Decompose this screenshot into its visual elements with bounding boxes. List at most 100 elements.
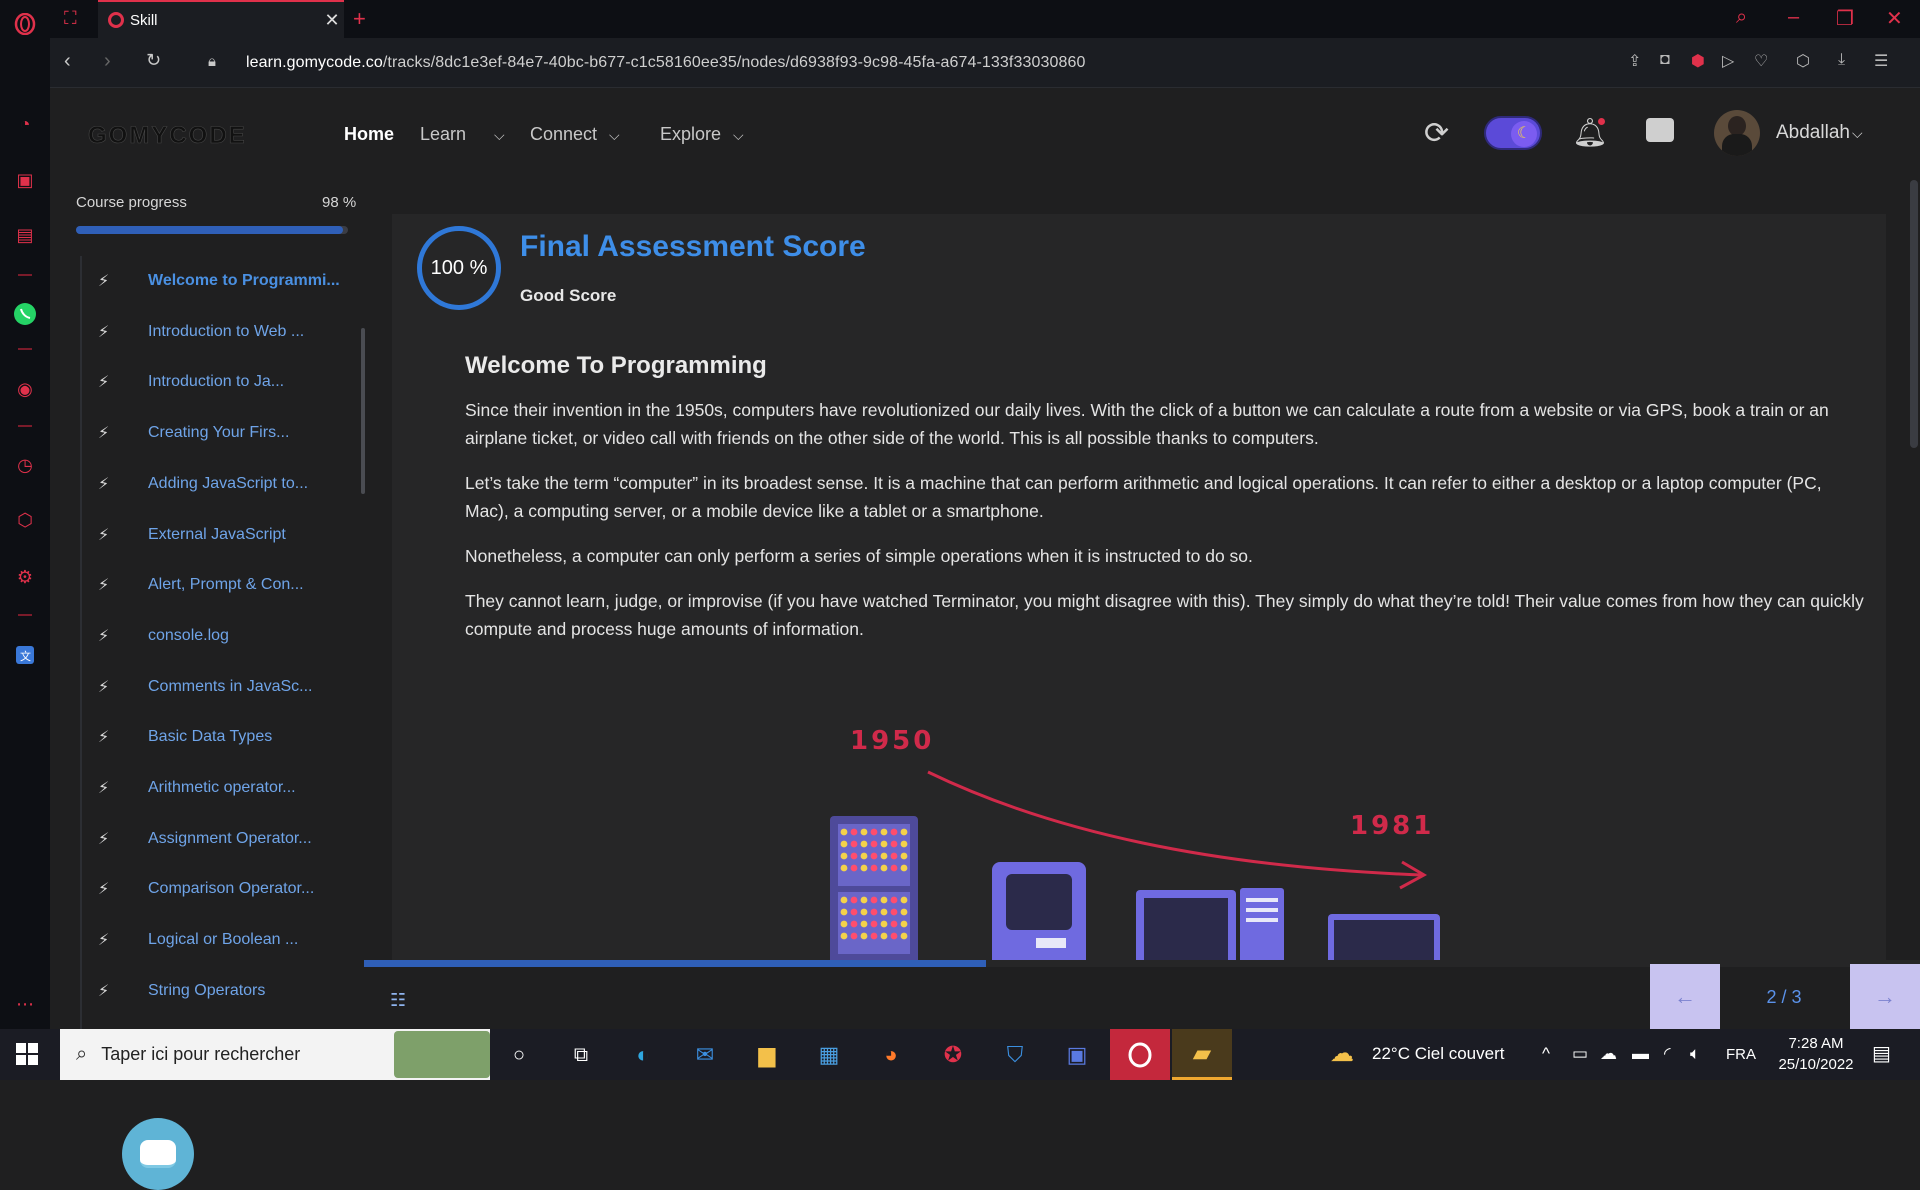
lesson-item-label: String Operators bbox=[148, 981, 266, 999]
nav-connect[interactable]: Connect ⌵ bbox=[530, 124, 620, 145]
camera-icon[interactable]: ◘ bbox=[1660, 51, 1670, 69]
nav-explore[interactable]: Explore ⌵ bbox=[660, 124, 744, 145]
mail-icon[interactable]: ✉ bbox=[688, 1038, 722, 1072]
lesson-paragraph: Let’s take the term “computer” in its br… bbox=[465, 473, 1822, 521]
lesson-item[interactable]: ⚡︎ Adding JavaScript to... bbox=[82, 459, 346, 509]
battery-icon[interactable]: ▬ bbox=[1632, 1044, 1649, 1064]
taskbar-search[interactable]: ⌕ Taper ici pour rechercher bbox=[60, 1029, 490, 1080]
avatar[interactable] bbox=[1714, 110, 1760, 156]
sidebar-separator bbox=[18, 614, 32, 616]
lesson-item[interactable]: ⚡︎ Introduction to Web ... bbox=[82, 307, 346, 357]
easy-setup-icon[interactable]: ☰ bbox=[1874, 51, 1888, 71]
user-menu[interactable]: Abdallah ⌵ bbox=[1776, 122, 1863, 144]
lesson-item[interactable]: ⚡︎ External JavaScript bbox=[82, 510, 346, 560]
edge-icon[interactable]: ◐ bbox=[626, 1038, 660, 1072]
user-name: Abdallah bbox=[1776, 122, 1850, 143]
share-icon[interactable]: ⇪ bbox=[1628, 51, 1641, 71]
previous-page-button[interactable]: ← bbox=[1650, 964, 1720, 1030]
firefox-icon[interactable]: ◕ bbox=[874, 1038, 908, 1072]
lesson-item[interactable]: ⚡︎ Logical or Boolean ... bbox=[82, 915, 346, 965]
file-explorer-icon[interactable]: ▆ bbox=[750, 1038, 784, 1072]
tray-overflow-icon[interactable]: ^ bbox=[1542, 1044, 1550, 1064]
more-icon[interactable]: ⋯ bbox=[13, 992, 37, 1016]
page-scrollbar[interactable] bbox=[1910, 180, 1918, 448]
url-field[interactable]: learn.gomycode.co/tracks/8dc1e3ef-84e7-4… bbox=[246, 54, 1085, 72]
settings-icon[interactable]: ⚙ bbox=[13, 565, 37, 589]
desktop-computer-illustration bbox=[1136, 888, 1284, 962]
translate-icon[interactable]: 文 bbox=[13, 643, 37, 667]
lesson-item[interactable]: ⚡︎ String Operators bbox=[82, 966, 346, 1016]
download-icon[interactable]: ⤓ bbox=[1838, 51, 1845, 69]
lesson-item[interactable]: ⚡︎ Arithmetic operator... bbox=[82, 763, 346, 813]
clock-time[interactable]: 7:28 AM bbox=[1776, 1035, 1856, 1052]
wifi-icon[interactable]: ◜ bbox=[1664, 1044, 1671, 1064]
store-icon[interactable]: ▦ bbox=[812, 1038, 846, 1072]
nav-home[interactable]: Home bbox=[344, 124, 394, 145]
next-page-button[interactable]: → bbox=[1850, 964, 1920, 1030]
whatsapp-icon[interactable] bbox=[13, 302, 37, 326]
lightning-icon: ⚡︎ bbox=[98, 526, 110, 544]
minimize-icon[interactable]: – bbox=[1788, 6, 1799, 29]
forward-icon[interactable]: › bbox=[104, 50, 111, 73]
cube-icon[interactable]: ⬡ bbox=[1796, 51, 1810, 71]
player-icon[interactable]: ◉ bbox=[13, 377, 37, 401]
opera-logo-icon[interactable] bbox=[13, 12, 37, 36]
lesson-item[interactable]: ⚡︎ Alert, Prompt & Con... bbox=[82, 560, 346, 610]
lesson-item[interactable]: ⚡︎ Comparison Operator... bbox=[82, 864, 346, 914]
lesson-item[interactable]: ⚡︎ Assignment Operator... bbox=[82, 814, 346, 864]
lesson-item[interactable]: ⚡︎ Welcome to Programmi... bbox=[82, 256, 346, 306]
restore-icon[interactable]: ❐ bbox=[1836, 6, 1854, 31]
score-title: Final Assessment Score bbox=[520, 230, 866, 263]
onedrive-icon[interactable]: ☁ bbox=[1600, 1044, 1617, 1064]
lesson-item[interactable]: ⚡︎ Comments in JavaSc... bbox=[82, 662, 346, 712]
support-chat-button[interactable] bbox=[122, 1118, 194, 1190]
lock-icon[interactable]: 🔒︎ bbox=[208, 53, 216, 70]
sync-icon[interactable]: ⟳ bbox=[1424, 116, 1449, 151]
explorer-taskbar-icon[interactable]: ▰ bbox=[1172, 1029, 1232, 1080]
close-window-icon[interactable]: ✕ bbox=[1886, 6, 1903, 31]
lightning-icon: ⚡︎ bbox=[98, 780, 110, 797]
task-view-icon[interactable]: ⧉ bbox=[564, 1038, 598, 1072]
extensions-icon[interactable]: ⬡ bbox=[13, 508, 37, 532]
history-icon[interactable]: ◷ bbox=[13, 453, 37, 477]
cortana-icon[interactable]: ○ bbox=[502, 1038, 536, 1072]
windows-start-icon[interactable] bbox=[16, 1043, 38, 1065]
chat-icon[interactable] bbox=[1646, 118, 1674, 142]
reload-icon[interactable]: ↻ bbox=[146, 50, 161, 71]
lesson-item[interactable]: ⚡︎ console.log bbox=[82, 611, 346, 661]
gx-control-icon[interactable]: ⛶ bbox=[64, 8, 77, 29]
notifications-icon[interactable]: ▤ bbox=[1872, 1041, 1891, 1066]
back-icon[interactable]: ‹ bbox=[64, 50, 71, 73]
lesson-content: 100 % Final Assessment Score Good Score … bbox=[392, 214, 1886, 962]
lesson-item[interactable]: ⚡︎ Introduction to Ja... bbox=[82, 357, 346, 407]
tab-skill[interactable]: Skill ✕ bbox=[98, 0, 344, 38]
gomycode-logo[interactable]: GOMYCODE bbox=[88, 122, 247, 150]
nav-learn[interactable]: Learn ⌵ bbox=[420, 124, 505, 145]
volume-icon[interactable]: 🔈︎ bbox=[1690, 1044, 1700, 1064]
speed-dial-icon[interactable]: ◔ bbox=[13, 112, 37, 136]
weather-text[interactable]: 22°C Ciel couvert bbox=[1372, 1044, 1504, 1064]
lightning-icon: ⚡︎ bbox=[98, 323, 110, 341]
heart-icon[interactable]: ♡ bbox=[1754, 51, 1768, 71]
dark-mode-toggle[interactable]: ☾ bbox=[1484, 116, 1542, 150]
table-of-contents-icon[interactable]: ☷ bbox=[390, 990, 406, 1011]
lesson-item[interactable]: ⚡︎ Basic Data Types bbox=[82, 712, 346, 762]
score-subtitle: Good Score bbox=[520, 286, 617, 305]
lesson-title: Welcome To Programming bbox=[465, 352, 767, 379]
search-tabs-icon[interactable]: ⌕ bbox=[1736, 6, 1747, 29]
close-tab-icon[interactable]: ✕ bbox=[320, 10, 344, 31]
app-icon[interactable]: ▣ bbox=[1060, 1038, 1094, 1072]
shopping-icon[interactable]: ▣ bbox=[13, 168, 37, 192]
game-app-icon[interactable]: ✪ bbox=[936, 1038, 970, 1072]
lesson-item[interactable]: ⚡︎ Creating Your Firs... bbox=[82, 408, 346, 458]
opera-taskbar-icon[interactable] bbox=[1110, 1029, 1170, 1080]
vpn-shield-icon[interactable]: ⬢ bbox=[1691, 51, 1705, 71]
send-icon[interactable]: ▷ bbox=[1722, 51, 1734, 71]
twitch-icon[interactable]: ▤ bbox=[13, 223, 37, 247]
language-indicator[interactable]: FRA bbox=[1726, 1046, 1756, 1063]
defender-icon[interactable]: ⛉ bbox=[998, 1038, 1032, 1072]
meet-icon[interactable]: ▭ bbox=[1572, 1044, 1588, 1064]
new-tab-icon[interactable]: + bbox=[353, 6, 366, 32]
lesson-list-scrollbar[interactable] bbox=[361, 328, 365, 494]
clock-date[interactable]: 25/10/2022 bbox=[1766, 1056, 1866, 1073]
